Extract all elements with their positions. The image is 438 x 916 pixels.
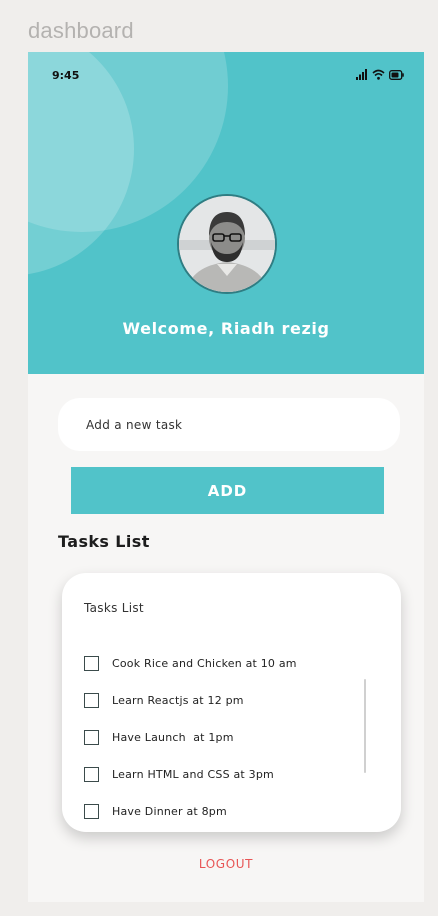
- battery-icon: [389, 70, 404, 80]
- avatar: [177, 194, 277, 294]
- task-checkbox[interactable]: [84, 656, 99, 671]
- phone-screen: 9:45 Welcome, Riadh rezig Add a new task…: [28, 52, 424, 902]
- task-item[interactable]: Have Dinner at 8pm: [84, 793, 297, 830]
- task-item[interactable]: Cook Rice and Chicken at 10 am: [84, 645, 297, 682]
- task-label: Learn HTML and CSS at 3pm: [112, 768, 274, 781]
- task-checkbox[interactable]: [84, 767, 99, 782]
- task-checkbox[interactable]: [84, 804, 99, 819]
- section-title: Tasks List: [58, 532, 150, 551]
- task-label: Learn Reactjs at 12 pm: [112, 694, 244, 707]
- status-time: 9:45: [52, 69, 80, 82]
- tasks-card: Tasks List Cook Rice and Chicken at 10 a…: [62, 573, 401, 832]
- task-list: Cook Rice and Chicken at 10 am Learn Rea…: [84, 645, 297, 830]
- wifi-icon: [372, 69, 385, 80]
- signal-icon: [356, 69, 367, 80]
- new-task-input[interactable]: [58, 398, 400, 451]
- frame-label: dashboard: [28, 18, 134, 43]
- task-checkbox[interactable]: [84, 730, 99, 745]
- welcome-text: Welcome, Riadh rezig: [122, 319, 330, 338]
- task-label: Cook Rice and Chicken at 10 am: [112, 657, 297, 670]
- task-item[interactable]: Learn HTML and CSS at 3pm: [84, 756, 297, 793]
- tasks-card-title: Tasks List: [84, 601, 144, 615]
- logout-button[interactable]: LOGOUT: [28, 857, 424, 871]
- avatar-photo-icon: [179, 196, 275, 292]
- task-list-scrollbar[interactable]: [364, 679, 366, 773]
- task-item[interactable]: Learn Reactjs at 12 pm: [84, 682, 297, 719]
- task-label: Have Launch at 1pm: [112, 731, 234, 744]
- task-item[interactable]: Have Launch at 1pm: [84, 719, 297, 756]
- profile-header: 9:45 Welcome, Riadh rezig: [28, 52, 424, 374]
- task-label: Have Dinner at 8pm: [112, 805, 227, 818]
- status-icons: [356, 68, 404, 80]
- task-checkbox[interactable]: [84, 693, 99, 708]
- add-task-button[interactable]: ADD: [71, 467, 384, 514]
